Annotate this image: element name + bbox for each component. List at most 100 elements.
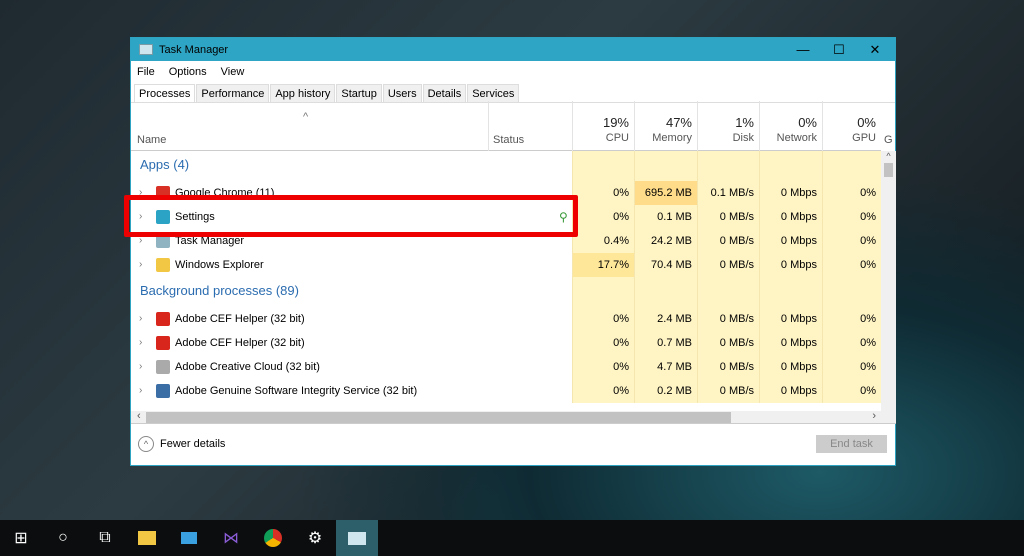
metric-cell: 24.2 MB [634,229,697,253]
expand-chevron-icon[interactable]: › [139,253,142,277]
chevron-up-circle-icon[interactable]: ^ [138,436,154,452]
metric-cell: 0% [822,205,881,229]
column-header: ^ Name Status 19% CPU 47% Memory 1% Disk 0%… [131,101,893,151]
menu-file[interactable]: File [137,66,155,78]
horizontal-scroll-thumb[interactable] [146,412,731,423]
metric-cell: 17.7% [572,253,634,277]
group-label: Apps (4) [140,157,190,172]
process-name: Adobe CEF Helper (32 bit) [175,313,305,325]
heat-cell-empty [697,151,759,181]
metric-cell: 0 MB/s [697,307,759,331]
metric-cell: 0 Mbps [759,331,822,355]
window-title: Task Manager [159,43,229,56]
service-icon [156,384,170,398]
tab-processes[interactable]: Processes [134,84,196,102]
table-row[interactable]: › Adobe Creative Cloud (32 bit) 0% 4.7 MB 0 … [131,355,881,379]
expand-chevron-icon[interactable]: › [139,307,142,331]
column-memory[interactable]: 47% Memory [634,101,697,151]
table-row[interactable]: › Adobe Genuine Software Integrity Servic… [131,379,881,403]
task-manager-window: Task Manager — ☐ ✕ File Options View Pro… [130,37,896,466]
metric-cell: 0 MB/s [697,253,759,277]
start-icon[interactable]: ⊞ [0,520,42,556]
table-row[interactable]: › Adobe CEF Helper (32 bit) 0% 2.4 MB 0 MB/s… [131,307,881,331]
heat-cell-empty [572,151,634,181]
table-row[interactable]: › Adobe CEF Helper (32 bit) 0% 0.7 MB 0 MB/s… [131,331,881,355]
column-gpu-engine-cut[interactable]: G [884,134,893,146]
metric-cell: 0 MB/s [697,355,759,379]
metric-cell: 0% [822,355,881,379]
group-label: Background processes (89) [140,283,299,298]
vertical-scroll-thumb[interactable] [884,163,893,177]
minimize-button[interactable]: — [785,38,821,61]
heat-cell-empty [822,277,881,307]
highlight-box [124,195,578,237]
column-network[interactable]: 0% Network [759,101,822,151]
this-pc-icon[interactable] [168,520,210,556]
visual-studio-icon[interactable]: ⋈ [210,520,252,556]
adobe-icon [156,312,170,326]
menu-bar: File Options View [131,63,895,81]
settings-icon[interactable]: ⚙ [294,520,336,556]
maximize-button[interactable]: ☐ [821,38,857,61]
tab-performance[interactable]: Performance [196,84,270,102]
column-status[interactable]: Status [488,101,572,151]
folder-icon [156,258,170,272]
column-gpu[interactable]: 0% GPU [822,101,881,151]
metric-cell: 4.7 MB [634,355,697,379]
chrome-icon[interactable] [252,520,294,556]
expand-chevron-icon[interactable]: › [139,355,142,379]
metric-cell: 0% [822,229,881,253]
fewer-details-link[interactable]: Fewer details [160,438,225,450]
end-task-button[interactable]: End task [816,435,887,453]
metric-cell: 0 MB/s [697,379,759,403]
tab-details[interactable]: Details [422,84,467,102]
tab-users[interactable]: Users [382,84,422,102]
heat-cell-empty [822,151,881,181]
heat-cell-empty [634,151,697,181]
expand-chevron-icon[interactable]: › [139,331,142,355]
tab-app-history[interactable]: App history [270,84,336,102]
column-name[interactable]: Name [137,134,166,146]
metric-cell: 0 Mbps [759,355,822,379]
task-manager-icon [139,44,153,55]
close-button[interactable]: ✕ [857,38,893,61]
task-view-icon[interactable]: ⧉ [84,520,126,556]
process-name: Adobe CEF Helper (32 bit) [175,337,305,349]
metric-cell: 695.2 MB [634,181,697,205]
tab-startup[interactable]: Startup [336,84,382,102]
metric-cell: 0% [572,181,634,205]
metric-cell: 0.2 MB [634,379,697,403]
heat-cell-empty [572,277,634,307]
metric-cell: 0% [572,355,634,379]
metric-cell: 0% [572,307,634,331]
group-header: Background processes (89) [131,277,881,307]
metric-cell: 0% [822,331,881,355]
heat-cell-empty [759,151,822,181]
expand-chevron-icon[interactable]: › [139,379,142,403]
tab-services[interactable]: Services [467,84,520,102]
process-name: Adobe Creative Cloud (32 bit) [175,361,320,373]
metric-cell: 70.4 MB [634,253,697,277]
vertical-scrollbar[interactable]: ^ [881,151,896,411]
metric-cell: 0% [572,331,634,355]
heat-cell-empty [759,277,822,307]
group-header: Apps (4) [131,151,881,181]
metric-cell: 0.1 MB [634,205,697,229]
menu-options[interactable]: Options [169,66,207,78]
column-disk[interactable]: 1% Disk [697,101,759,151]
metric-cell: 2.4 MB [634,307,697,331]
metric-cell: 0 Mbps [759,205,822,229]
search-icon[interactable]: ○ [42,520,84,556]
horizontal-scrollbar[interactable]: ‹ › [131,410,896,424]
metric-cell: 0 Mbps [759,253,822,277]
menu-view[interactable]: View [221,66,245,78]
title-bar[interactable]: Task Manager [131,38,895,61]
task-manager-taskbar-icon[interactable] [336,520,378,556]
column-cpu[interactable]: 19% CPU [572,101,634,151]
metric-cell: 0% [572,205,634,229]
metric-cell: 0% [572,379,634,403]
table-row[interactable]: › Windows Explorer 17.7% 70.4 MB 0 MB/s 0 Mbp… [131,253,881,277]
file-explorer-icon[interactable] [126,520,168,556]
metric-cell: 0 MB/s [697,229,759,253]
taskbar: ⊞ ○ ⧉ ⋈ ⚙ [0,520,1024,556]
